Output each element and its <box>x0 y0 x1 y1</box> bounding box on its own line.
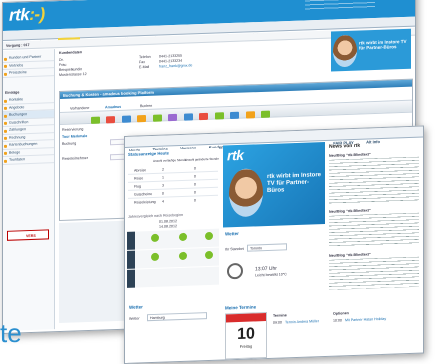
status-row[interactable]: Reiseleistung 4 0 <box>128 196 218 207</box>
news-title: News von rtk <box>329 142 361 150</box>
buchung-row-label: Buchung <box>62 141 77 146</box>
ad-text: rtk wirbt im Instore TV für Partner-Büro… <box>267 172 322 195</box>
wetter-search-label: Ihr Standort <box>225 246 244 252</box>
calendar-widget[interactable]: Aug 2012 10 Freitag <box>225 312 267 360</box>
calendar-row[interactable] <box>127 247 219 269</box>
ad-woman-image <box>333 34 357 68</box>
ad-woman-image <box>229 168 263 218</box>
vers-badge: VERS <box>7 229 49 241</box>
termine-title: Meine Termine <box>225 304 257 311</box>
buchung-row-label: Reservierung <box>62 127 84 132</box>
wetter-desc: Leicht bewölkt 10°C <box>255 272 287 278</box>
buchung-tab[interactable]: Vorhandene <box>70 106 89 111</box>
calendar-row[interactable] <box>127 266 219 288</box>
customer-line: Dr. <box>59 57 64 63</box>
sidebar-list: Kontakte Angebote Buchungen Gutschriften… <box>3 95 54 165</box>
calendar-date: 14.08.2012 <box>159 224 177 229</box>
calendar-title: Jahresvergleich nach Reisebeginn <box>128 212 183 219</box>
customer-title: Kundendaten <box>59 50 82 56</box>
buchung-tab[interactable]: Buchen <box>140 104 152 108</box>
termin-time: 09:00 <box>273 320 282 325</box>
wetter-panel: Wetter Ihr Standort Toronto 13:07 Uhr Le… <box>223 227 325 298</box>
status-col: Anzahl vorläufige Stunde <box>153 157 187 163</box>
status-panel: Statusanzeige Heute Anzahl vorläufige St… <box>127 147 219 211</box>
sidebar-top: Kunden und Partner Vertriebs Preissteine <box>3 53 54 78</box>
customer-line: Frau <box>59 62 67 68</box>
news-panel: News von rtk Neu!Blog “rtk-Blindtext” Ne… <box>329 141 423 294</box>
contact-value[interactable]: franz_frank@gmx.de <box>159 63 192 68</box>
status-col: Anzahl geänderte Stunde <box>185 156 219 162</box>
contact-label: E-Mail <box>139 64 150 70</box>
calendar-panel: Jahresvergleich nach Reisebeginn 01.08.2… <box>127 211 219 293</box>
contact-value: 0441-2133255 <box>159 53 183 59</box>
weather-sun-icon <box>227 262 243 280</box>
wetter-title: Wetter <box>225 230 239 237</box>
calendar-date: 01.08.2012 <box>159 219 177 224</box>
cal-weekday: Freitag <box>239 343 253 349</box>
news-text <box>329 256 419 290</box>
weather-city-input[interactable]: Hamburg <box>147 312 207 322</box>
termin-entry[interactable]: Mit Partner Hatan Holiday <box>345 317 386 322</box>
buchung-row-label: Reiseteilnehmer <box>62 155 88 161</box>
news-item-title[interactable]: Neu!Blog “rtk-Blindtext” <box>329 252 371 257</box>
contact-label: Fax <box>139 60 145 65</box>
vorgang-label: Vorgang : 017 <box>6 43 30 48</box>
news-item-title[interactable]: Neu!Blog “rtk-Blindtext” <box>329 208 371 213</box>
customer-line: Musterstrasse 12 <box>59 72 87 78</box>
cal-day: 10 <box>237 325 255 344</box>
ad-text: rtk wirbt im Instore TV für Partner-Büro… <box>359 38 407 51</box>
back-sidebar: Kunden und Partner Vertriebs Preissteine… <box>3 49 55 331</box>
termin-col: Termine <box>273 313 287 318</box>
buchung-row-label: Tour Merkmale <box>62 134 88 139</box>
sidebar-top-item[interactable]: Preissteine <box>3 68 54 78</box>
weather-city-label: Wetter <box>129 316 140 321</box>
contact-label: Telefon <box>139 54 151 60</box>
termin-col: Optionen <box>333 311 349 316</box>
bottom-partial-text: te <box>0 318 22 348</box>
back-ad-banner[interactable]: rtk wirbt im Instore TV für Partner-Büro… <box>331 28 411 72</box>
news-text <box>329 156 419 204</box>
front-ad-banner[interactable]: rtk rtk wirbt im Instore TV für Partner-… <box>223 141 325 228</box>
calendar-row[interactable] <box>127 228 219 250</box>
termin-entry[interactable]: Termin Andrea Müller <box>285 319 319 324</box>
front-window: Heute Termine Vorgang Kunden Zahlungen L… <box>124 125 424 364</box>
termine-panel: Meine Termine Aug 2012 10 Freitag Termin… <box>223 299 423 362</box>
buchung-tab[interactable]: Amadeus <box>105 105 121 110</box>
news-text <box>329 212 419 248</box>
termin-time: 10:00 <box>333 318 342 323</box>
weather-field: Wetter Wetter Hamburg <box>127 302 219 329</box>
wetter-search-input[interactable]: Toronto <box>247 243 287 252</box>
ad-logo: rtk <box>227 146 244 164</box>
customer-line: Beispielkundin <box>59 67 83 73</box>
news-item-title[interactable]: Neu!Blog “rtk-Blindtext” <box>329 152 371 157</box>
header-info <box>305 0 375 11</box>
wetter-time: 13:07 Uhr <box>255 265 277 273</box>
sidebar-item[interactable]: Tourdaten <box>3 155 54 165</box>
status-title: Statusanzeige Heute <box>128 150 169 157</box>
sidebar-title: Einträge <box>5 90 20 95</box>
app-logo: rtk:-) <box>9 4 45 25</box>
weather-label: Wetter <box>129 304 143 310</box>
contact-value: 0441-2133234 <box>159 58 183 64</box>
